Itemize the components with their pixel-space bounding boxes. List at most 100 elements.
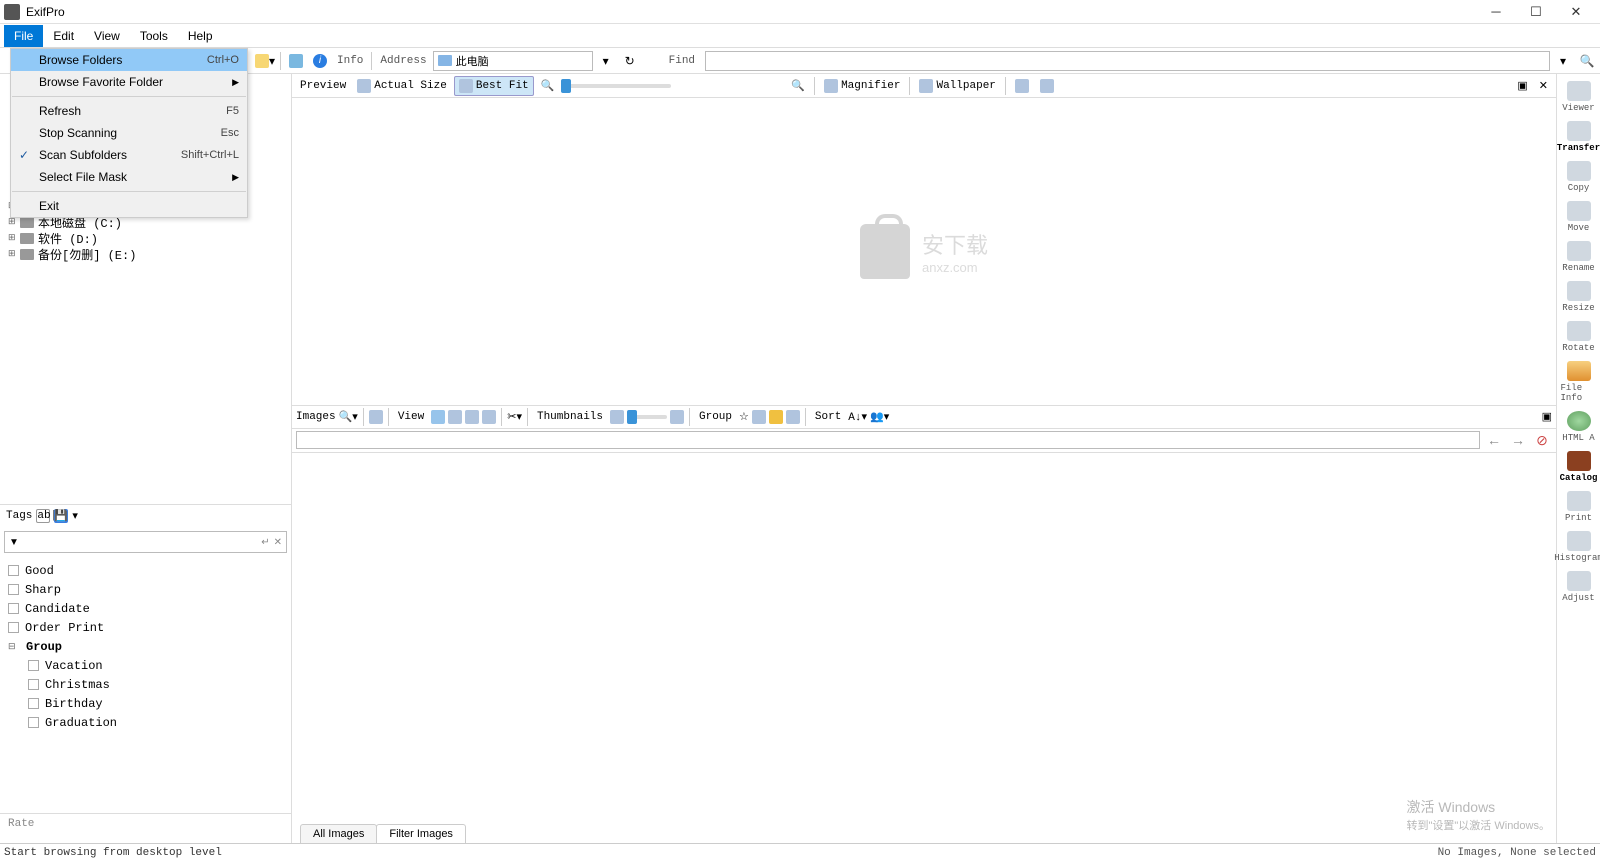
select-button[interactable] [369, 410, 383, 424]
histogram-button[interactable]: Histogram [1561, 528, 1597, 566]
preview-button[interactable]: Preview [296, 76, 350, 96]
checkbox[interactable] [28, 679, 39, 690]
actual-size-button[interactable]: Actual Size [353, 76, 451, 96]
sort-button[interactable]: A↓▾ [848, 410, 867, 424]
group-date-button[interactable] [786, 410, 800, 424]
tag-item[interactable]: Graduation [8, 713, 283, 732]
view-thumbnails-button[interactable] [431, 410, 445, 424]
next-button[interactable]: → [1508, 430, 1528, 450]
menu-stop-scanning[interactable]: Stop Scanning Esc [11, 122, 247, 144]
apply-filter-button[interactable]: ↵ [261, 537, 269, 548]
thumb-size-slider[interactable] [627, 415, 667, 419]
address-combobox[interactable]: 此电脑 [433, 51, 593, 71]
tools-button[interactable]: ✂▾ [507, 410, 522, 424]
menu-view[interactable]: View [84, 25, 130, 47]
info-button[interactable]: i [309, 50, 331, 72]
viewer-button[interactable]: Viewer [1561, 78, 1597, 116]
group-folder-button[interactable] [769, 410, 783, 424]
refresh-address-button[interactable]: ↻ [619, 50, 641, 72]
resize-button[interactable]: Resize [1561, 278, 1597, 316]
prev-button[interactable]: ← [1484, 430, 1504, 450]
tag-item[interactable]: Birthday [8, 694, 283, 713]
menu-exit[interactable]: Exit [11, 195, 247, 217]
minimize-button[interactable]: ─ [1476, 0, 1516, 24]
checkbox[interactable] [28, 717, 39, 728]
zoom-slider[interactable] [561, 84, 671, 88]
view-preview-button[interactable] [482, 410, 496, 424]
tag-item[interactable]: Candidate [8, 599, 283, 618]
cancel-filter-button[interactable]: ⊘ [1532, 430, 1552, 450]
close-button[interactable]: ✕ [1556, 0, 1596, 24]
sort-people-button[interactable]: 👥▾ [870, 410, 889, 424]
catalog-button[interactable]: Catalog [1561, 448, 1597, 486]
tag-item[interactable]: Sharp [8, 580, 283, 599]
menu-file[interactable]: File [4, 25, 43, 47]
save-tags-icon[interactable]: 💾 [54, 509, 68, 523]
paste-button[interactable] [1036, 76, 1058, 96]
find-dropdown-button[interactable]: ▾ [1552, 50, 1574, 72]
move-button[interactable]: Move [1561, 198, 1597, 236]
menu-scan-subfolders[interactable]: Scan Subfolders Shift+Ctrl+L [11, 144, 247, 166]
tree-item[interactable]: ⊞软件 (D:) [4, 230, 287, 246]
images-label-button[interactable]: Images [296, 411, 336, 423]
copy-button[interactable]: Copy [1561, 158, 1597, 196]
slider-thumb[interactable] [561, 79, 571, 93]
find-input[interactable] [705, 51, 1550, 71]
search-button[interactable]: 🔍 [1576, 50, 1598, 72]
menu-tools[interactable]: Tools [130, 25, 178, 47]
menu-help[interactable]: Help [178, 25, 223, 47]
html-album-button[interactable]: HTML A [1561, 408, 1597, 446]
checkbox[interactable] [8, 603, 19, 614]
checkbox[interactable] [8, 565, 19, 576]
tag-group[interactable]: ⊟Group [8, 637, 283, 656]
open-dropdown-button[interactable]: ▾ [254, 50, 276, 72]
rename-tag-icon[interactable]: ab| [36, 509, 50, 523]
rotate-button[interactable]: Rotate [1561, 318, 1597, 356]
tag-item[interactable]: Good [8, 561, 283, 580]
wallpaper-button[interactable]: Wallpaper [915, 76, 999, 96]
tags-dropdown-button[interactable]: ▾ [72, 509, 78, 523]
group-tag-button[interactable] [752, 410, 766, 424]
tree-item[interactable]: ⊞备份[勿删] (E:) [4, 246, 287, 262]
tag-item[interactable]: Order Print [8, 618, 283, 637]
menu-select-file-mask[interactable]: Select File Mask ▶ [11, 166, 247, 188]
tag-item[interactable]: Christmas [8, 675, 283, 694]
thumb-small-button[interactable] [610, 410, 624, 424]
tab-all-images[interactable]: All Images [300, 824, 377, 843]
checkbox[interactable] [28, 698, 39, 709]
group-star-button[interactable]: ☆ [739, 410, 749, 424]
tag-filter-input[interactable] [19, 535, 261, 550]
clear-filter-button[interactable]: ✕ [274, 537, 282, 548]
maximize-button[interactable]: ☐ [1516, 0, 1556, 24]
copy-button[interactable] [1011, 76, 1033, 96]
menu-browse-folders[interactable]: Browse Folders Ctrl+O [11, 49, 247, 71]
transfer-button[interactable]: Transfer [1561, 118, 1597, 156]
zoom-button[interactable]: 🔍 [537, 76, 559, 96]
pane-layout-button[interactable]: ▣ [1542, 410, 1552, 424]
thumb-large-button[interactable] [670, 410, 684, 424]
menu-refresh[interactable]: Refresh F5 [11, 100, 247, 122]
pane-split-button[interactable]: ▣ [1513, 76, 1531, 96]
checkbox[interactable] [8, 622, 19, 633]
filter-input[interactable] [296, 431, 1480, 449]
rename-button[interactable]: Rename [1561, 238, 1597, 276]
zoom-in-button[interactable]: 🔍 [787, 76, 809, 96]
view-tiles-button[interactable] [465, 410, 479, 424]
file-info-button[interactable]: File Info [1561, 358, 1597, 406]
image-button[interactable] [285, 50, 307, 72]
checkbox[interactable] [8, 584, 19, 595]
menu-edit[interactable]: Edit [43, 25, 84, 47]
best-fit-button[interactable]: Best Fit [454, 76, 534, 96]
slider-thumb[interactable] [627, 410, 637, 424]
menu-browse-favorite[interactable]: Browse Favorite Folder ▶ [11, 71, 247, 93]
close-preview-button[interactable]: ✕ [1535, 76, 1552, 96]
print-button[interactable]: Print [1561, 488, 1597, 526]
adjust-button[interactable]: Adjust [1561, 568, 1597, 606]
address-dropdown-button[interactable]: ▾ [595, 50, 617, 72]
magnifier-button[interactable]: Magnifier [820, 76, 904, 96]
tab-filter-images[interactable]: Filter Images [376, 824, 466, 843]
view-details-button[interactable] [448, 410, 462, 424]
search-images-button[interactable]: 🔍▾ [339, 410, 358, 424]
checkbox[interactable] [28, 660, 39, 671]
tag-item[interactable]: Vacation [8, 656, 283, 675]
